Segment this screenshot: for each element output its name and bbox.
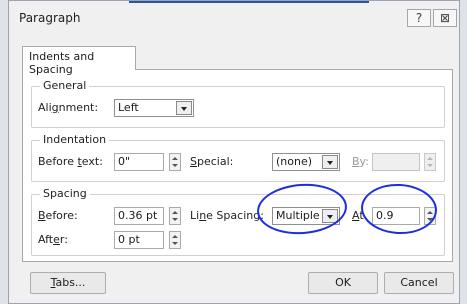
- special-label-suffix: pecial:: [196, 155, 234, 168]
- before-spacing-input[interactable]: 0.36 pt: [114, 207, 164, 225]
- before-label-suffix: efore:: [45, 209, 78, 222]
- before-text-spinner-icon[interactable]: [169, 153, 181, 171]
- special-label: Special:: [190, 155, 233, 168]
- general-group-title: General: [40, 79, 90, 92]
- chevron-down-icon[interactable]: [176, 101, 192, 115]
- after-label-prefix: Aft: [38, 233, 54, 246]
- alignment-select[interactable]: Left: [114, 99, 194, 117]
- tabs-button[interactable]: Tabs...: [30, 272, 106, 294]
- line-spacing-label-suffix: e Spacing:: [206, 209, 264, 222]
- special-value: (none): [276, 155, 313, 168]
- after-label-access: e: [53, 233, 60, 246]
- ok-button[interactable]: OK: [308, 272, 378, 294]
- before-text-label-suffix: ext:: [81, 155, 103, 168]
- tab-panel: General Alignment: Left Indentation Befo…: [22, 69, 453, 262]
- indentation-group: Indentation Before text: 0" Special: (no…: [31, 133, 445, 182]
- title-bar-accent: [129, 1, 369, 3]
- by-input[interactable]: [372, 153, 420, 171]
- after-label-suffix: r:: [59, 233, 68, 246]
- by-label-suffix: y:: [359, 155, 369, 168]
- by-label-access: B: [352, 155, 360, 168]
- at-spinner-icon[interactable]: [424, 207, 436, 225]
- alignment-label-access: g: [51, 101, 59, 114]
- help-button[interactable]: ?: [407, 9, 431, 27]
- cancel-button[interactable]: Cancel: [384, 272, 454, 294]
- dialog-title: Paragraph: [19, 11, 81, 25]
- before-text-label: Before text:: [38, 155, 103, 168]
- close-icon[interactable]: ⊠: [433, 9, 457, 27]
- chevron-down-icon[interactable]: [322, 155, 338, 169]
- general-group: General Alignment: Left: [31, 79, 445, 128]
- indentation-group-title: Indentation: [40, 133, 110, 146]
- at-label: At: [352, 209, 364, 222]
- before-label: Before:: [38, 209, 78, 222]
- alignment-label: Alignment:: [38, 101, 98, 114]
- tabs-button-suffix: abs...: [55, 276, 86, 289]
- after-spinner-icon[interactable]: [169, 231, 181, 249]
- special-label-access: S: [190, 155, 197, 168]
- alignment-label-suffix: nment:: [58, 101, 99, 114]
- alignment-value: Left: [118, 101, 139, 114]
- before-text-input[interactable]: 0": [114, 153, 164, 171]
- tab-indents-and-spacing[interactable]: Indents and Spacing: [22, 46, 136, 76]
- by-spinner-icon[interactable]: [424, 153, 436, 171]
- after-label: After:: [38, 233, 68, 246]
- special-select[interactable]: (none): [272, 153, 340, 171]
- before-label-access: B: [38, 209, 46, 222]
- chevron-down-icon[interactable]: [322, 209, 338, 223]
- line-spacing-value: Multiple: [276, 209, 320, 222]
- line-spacing-label-prefix: Li: [190, 209, 200, 222]
- title-bar: Paragraph ? ⊠: [9, 1, 459, 37]
- line-spacing-select[interactable]: Multiple: [272, 207, 340, 225]
- before-text-label-prefix: Before: [38, 155, 78, 168]
- alignment-label-prefix: Ali: [38, 101, 52, 114]
- spacing-group: Spacing Before: 0.36 pt Line Spacing: Mu…: [31, 187, 445, 256]
- by-label: By:: [352, 155, 369, 168]
- after-spacing-input[interactable]: 0 pt: [114, 231, 164, 249]
- spacing-group-title: Spacing: [40, 187, 90, 200]
- at-input[interactable]: 0.9: [372, 207, 420, 225]
- at-label-suffix: t: [359, 209, 364, 222]
- before-spinner-icon[interactable]: [169, 207, 181, 225]
- line-spacing-label: Line Spacing:: [190, 209, 264, 222]
